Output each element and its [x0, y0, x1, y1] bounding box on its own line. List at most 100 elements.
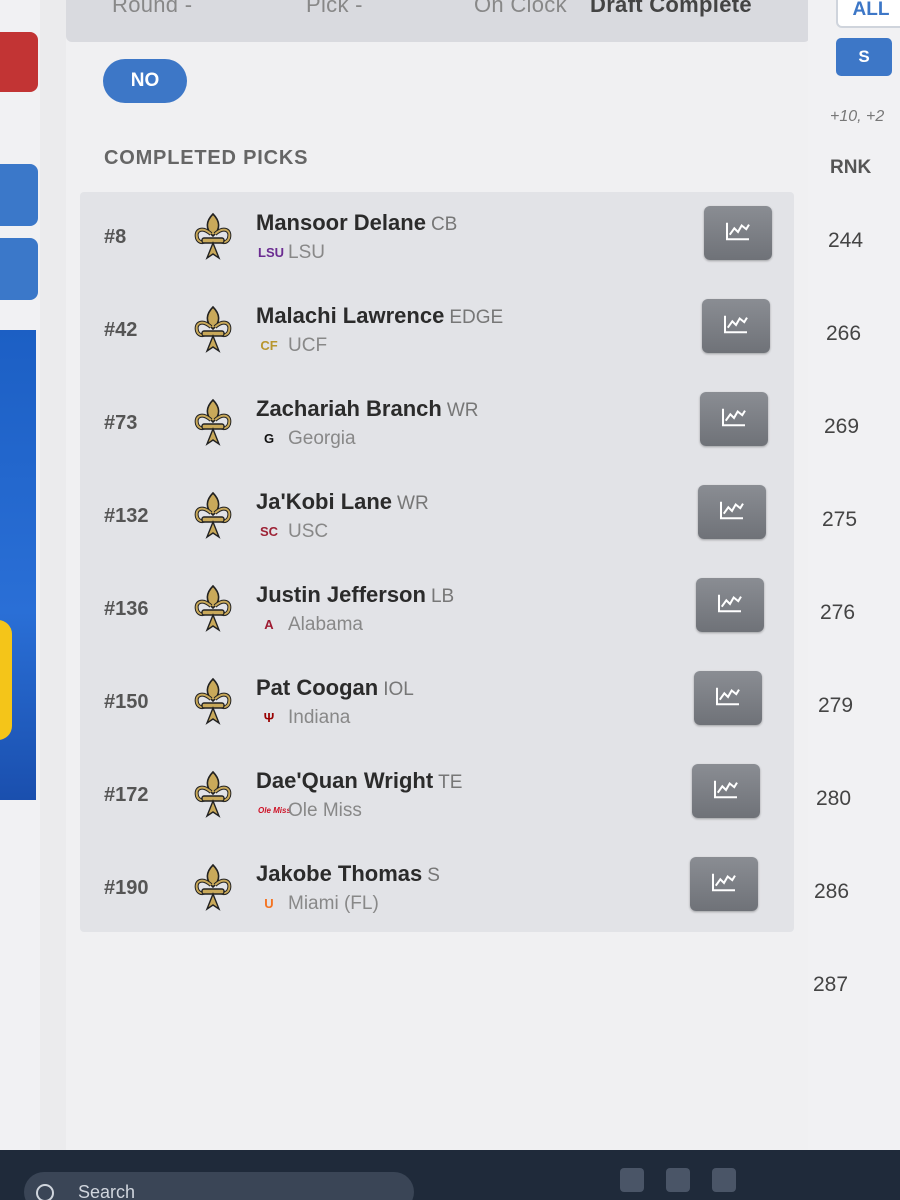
school-name: Miami (FL) — [288, 893, 379, 914]
player-chart-button[interactable] — [702, 299, 770, 353]
player-name-line[interactable]: Pat Coogan IOL — [256, 675, 414, 701]
sidebar-red-button[interactable] — [0, 32, 38, 92]
taskbar-app-icon[interactable] — [712, 1168, 736, 1192]
school-logo-icon: CF — [260, 338, 278, 353]
sidebar-promo-banner[interactable] — [0, 330, 36, 800]
taskbar-app-icon[interactable] — [666, 1168, 690, 1192]
player-position: EDGE — [449, 307, 504, 328]
saints-fleur-de-lis-icon — [192, 305, 234, 355]
player-name-line[interactable]: Zachariah Branch WR — [256, 396, 479, 422]
pick-number: #73 — [104, 412, 138, 434]
school-logo-icon: SC — [259, 524, 279, 539]
sidebar-blue-button-2[interactable] — [0, 238, 38, 300]
player-name[interactable]: Dae'Quan Wright — [256, 768, 433, 793]
player-position: TE — [438, 772, 463, 793]
school-name: Indiana — [288, 707, 351, 728]
player-chart-button[interactable] — [690, 857, 758, 911]
pick-label: Pick - — [306, 0, 363, 17]
player-name[interactable]: Malachi Lawrence — [256, 303, 444, 328]
trend-chart-icon — [724, 220, 752, 247]
player-chart-button[interactable] — [694, 671, 762, 725]
pick-number: #190 — [104, 877, 149, 899]
rank-value: 266 — [826, 322, 862, 345]
pick-number: #132 — [104, 505, 149, 527]
school-logo-icon: G — [263, 431, 275, 446]
rank-value: 244 — [828, 229, 864, 252]
pick-row[interactable]: #172 Dae'Quan Wright TE Ole Miss Ole Miss — [80, 750, 794, 842]
pick-row[interactable]: #136 Justin Jefferson LB A Alabama — [80, 564, 794, 656]
s-filter-button[interactable]: S — [836, 38, 892, 76]
player-name[interactable]: Jakobe Thomas — [256, 861, 422, 886]
sidebar-blue-button-1[interactable] — [0, 164, 38, 226]
pick-number: #8 — [104, 226, 127, 248]
player-name-line[interactable]: Ja'Kobi Lane WR — [256, 489, 429, 515]
completed-picks-list: #8 Mansoor Delane CB LSU LSU #42 Malachi Lawre… — [80, 192, 794, 932]
saints-fleur-de-lis-icon — [192, 491, 234, 541]
round-label: Round - — [112, 0, 193, 17]
pick-row[interactable]: #190 Jakobe Thomas S U Miami (FL) — [80, 843, 794, 935]
player-chart-button[interactable] — [700, 392, 768, 446]
pick-row[interactable]: #132 Ja'Kobi Lane WR SC USC — [80, 471, 794, 563]
os-taskbar: Search — [0, 1150, 900, 1200]
trend-chart-icon — [716, 592, 744, 619]
rank-value: 275 — [822, 508, 858, 531]
player-chart-button[interactable] — [698, 485, 766, 539]
school-logo-icon: LSU — [258, 245, 284, 260]
pick-row[interactable]: #42 Malachi Lawrence EDGE CF UCF — [80, 285, 794, 377]
pick-number: #172 — [104, 784, 149, 806]
player-name[interactable]: Pat Coogan — [256, 675, 378, 700]
player-name-line[interactable]: Malachi Lawrence EDGE — [256, 303, 503, 329]
school-name: USC — [288, 521, 329, 542]
player-position: CB — [430, 214, 458, 235]
taskbar-search[interactable]: Search — [24, 1172, 414, 1200]
school-name: UCF — [288, 335, 328, 356]
player-chart-button[interactable] — [692, 764, 760, 818]
player-name-line[interactable]: Dae'Quan Wright TE — [256, 768, 462, 794]
player-name[interactable]: Justin Jefferson — [256, 582, 426, 607]
player-name[interactable]: Ja'Kobi Lane — [256, 489, 392, 514]
trend-chart-icon — [722, 313, 750, 340]
player-position: IOL — [383, 679, 414, 700]
all-filter-button[interactable]: ALL — [836, 0, 900, 28]
school-line: LSU LSU — [258, 242, 325, 264]
pick-row[interactable]: #8 Mansoor Delane CB LSU LSU — [80, 192, 794, 284]
player-position: S — [427, 865, 440, 886]
pick-number: #150 — [104, 691, 149, 713]
school-line: Ψ Indiana — [258, 707, 351, 729]
taskbar-app-icon[interactable] — [620, 1168, 644, 1192]
rank-value: 269 — [824, 415, 860, 438]
player-position: LB — [430, 586, 455, 607]
trend-chart-icon — [714, 685, 742, 712]
no-button[interactable]: NO — [103, 59, 187, 103]
school-name: LSU — [288, 242, 325, 263]
search-icon — [36, 1184, 54, 1200]
player-name[interactable]: Zachariah Branch — [256, 396, 442, 421]
school-line: U Miami (FL) — [258, 893, 379, 915]
player-name[interactable]: Mansoor Delane — [256, 210, 426, 235]
school-line: A Alabama — [258, 614, 363, 636]
player-chart-button[interactable] — [696, 578, 764, 632]
promo-graphic — [0, 620, 12, 740]
school-logo-icon: A — [264, 617, 274, 632]
pick-row[interactable]: #73 Zachariah Branch WR G Georgia — [80, 378, 794, 470]
school-logo-icon: Ψ — [263, 710, 275, 725]
adjustment-text: +10, +2 — [830, 108, 885, 125]
player-name-line[interactable]: Mansoor Delane CB — [256, 210, 457, 236]
saints-fleur-de-lis-icon — [192, 677, 234, 727]
saints-fleur-de-lis-icon — [192, 584, 234, 634]
rank-column-header: RNK — [830, 157, 872, 178]
player-name-line[interactable]: Jakobe Thomas S — [256, 861, 440, 887]
pick-number: #136 — [104, 598, 149, 620]
player-chart-button[interactable] — [704, 206, 772, 260]
rank-value: 276 — [820, 601, 856, 624]
saints-fleur-de-lis-icon — [192, 398, 234, 448]
player-name-line[interactable]: Justin Jefferson LB — [256, 582, 454, 608]
draft-header: Round - Pick - On Clock Draft Complete — [66, 0, 810, 42]
player-position: WR — [397, 493, 429, 514]
taskbar-icons — [620, 1168, 736, 1192]
section-title: COMPLETED PICKS — [104, 147, 309, 169]
school-line: CF UCF — [258, 335, 327, 357]
rank-value: 286 — [814, 880, 850, 903]
saints-fleur-de-lis-icon — [192, 770, 234, 820]
pick-row[interactable]: #150 Pat Coogan IOL Ψ Indiana — [80, 657, 794, 749]
